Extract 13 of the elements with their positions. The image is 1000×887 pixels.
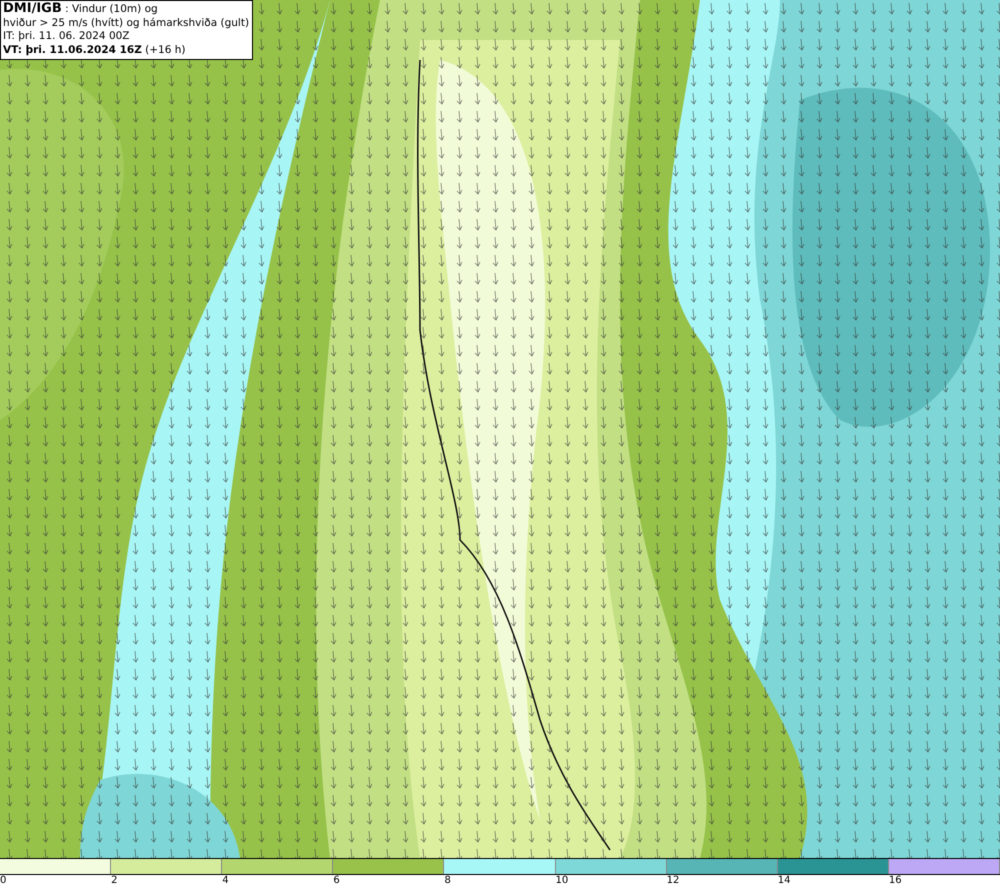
info-text: VT: þri. 11.06.2024 16Z (+16 h)	[3, 44, 186, 57]
info-text: hviður > 25 m/s (hvítt) og hámarkshviða (gult)	[3, 16, 250, 30]
info-text: IT: þri. 11. 06. 2024 00Z	[3, 30, 130, 44]
scale-label: 12	[666, 875, 680, 886]
scale-label: 8	[444, 875, 451, 886]
scale-label: 2	[111, 875, 118, 886]
scale-label: 6	[333, 875, 340, 886]
scale-label: 0	[0, 875, 6, 886]
scale-label: 4	[222, 875, 229, 886]
scale-label: 10	[556, 875, 568, 886]
info-text: DMI/IGB : Vindur (10m) og	[3, 2, 159, 16]
scale-label: 16	[888, 875, 902, 886]
scale-label: 14	[778, 875, 790, 886]
